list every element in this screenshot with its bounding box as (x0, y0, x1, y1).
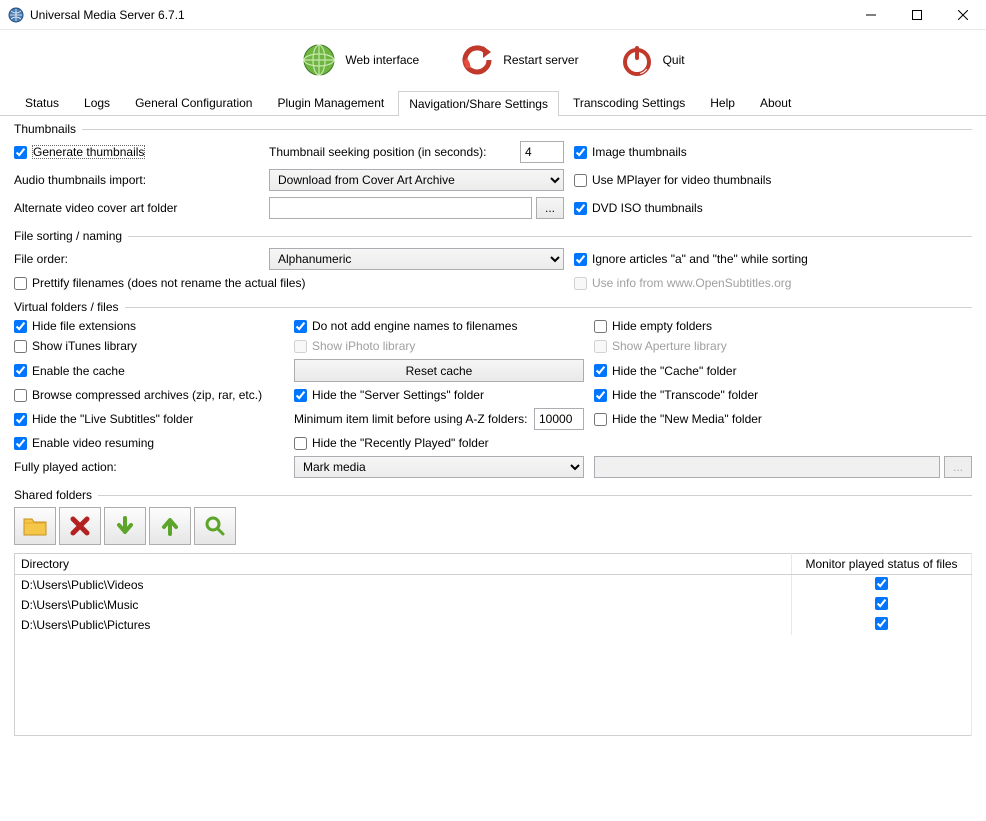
column-directory[interactable]: Directory (15, 554, 792, 575)
quit-label: Quit (663, 53, 685, 67)
itunes-checkbox[interactable]: Show iTunes library (14, 339, 284, 353)
web-interface-button[interactable]: Web interface (301, 42, 419, 78)
hide-transcode-checkbox[interactable]: Hide the "Transcode" folder (594, 388, 972, 402)
monitor-checkbox[interactable] (875, 597, 888, 610)
directory-cell: D:\Users\Public\Music (15, 595, 792, 615)
arrow-up-icon (159, 515, 181, 537)
group-sorting: File sorting / naming (14, 229, 972, 244)
maximize-button[interactable] (894, 0, 940, 30)
min-item-label: Minimum item limit before using A-Z fold… (294, 412, 528, 426)
tab-transcoding[interactable]: Transcoding Settings (562, 90, 696, 115)
fully-played-label: Fully played action: (14, 460, 284, 474)
window-title: Universal Media Server 6.7.1 (30, 8, 848, 22)
browse-archives-checkbox[interactable]: Browse compressed archives (zip, rar, et… (14, 388, 284, 402)
group-virtual: Virtual folders / files (14, 300, 972, 315)
table-row[interactable]: D:\Users\Public\Music (15, 595, 972, 615)
file-order-label: File order: (14, 252, 259, 266)
x-icon (69, 515, 91, 537)
fully-played-select[interactable]: Mark media (294, 456, 584, 478)
hide-empty-checkbox[interactable]: Hide empty folders (594, 319, 972, 333)
tab-plugin[interactable]: Plugin Management (266, 90, 395, 115)
thumbnail-seek-label: Thumbnail seeking position (in seconds): (269, 145, 514, 159)
tab-bar: Status Logs General Configuration Plugin… (0, 90, 986, 116)
monitor-cell (792, 595, 972, 615)
alt-cover-input[interactable] (269, 197, 532, 219)
hide-cache-checkbox[interactable]: Hide the "Cache" folder (594, 364, 972, 378)
prettify-checkbox[interactable]: Prettify filenames (does not rename the … (14, 276, 564, 290)
search-icon (204, 515, 226, 537)
app-icon (8, 7, 24, 23)
alt-cover-browse-button[interactable]: ... (536, 197, 564, 219)
shared-folder-toolbar (14, 503, 972, 553)
image-thumbnails-checkbox[interactable]: Image thumbnails (574, 145, 972, 159)
move-down-button[interactable] (104, 507, 146, 545)
hide-live-subs-checkbox[interactable]: Hide the "Live Subtitles" folder (14, 412, 284, 426)
power-icon (619, 42, 655, 78)
tab-navigation[interactable]: Navigation/Share Settings (398, 91, 559, 116)
monitor-checkbox[interactable] (875, 577, 888, 590)
directory-cell: D:\Users\Public\Pictures (15, 615, 792, 635)
audio-import-label: Audio thumbnails import: (14, 173, 259, 187)
opensubtitles-checkbox: Use info from www.OpenSubtitles.org (574, 276, 972, 290)
quit-button[interactable]: Quit (619, 42, 685, 78)
close-button[interactable] (940, 0, 986, 30)
alt-cover-label: Alternate video cover art folder (14, 201, 259, 215)
move-up-button[interactable] (149, 507, 191, 545)
folder-icon (22, 515, 48, 537)
enable-cache-checkbox[interactable]: Enable the cache (14, 364, 284, 378)
fully-played-path-input (594, 456, 940, 478)
add-folder-button[interactable] (14, 507, 56, 545)
no-engine-names-checkbox[interactable]: Do not add engine names to filenames (294, 319, 584, 333)
main-toolbar: Web interface Restart server Quit (0, 30, 986, 90)
generate-thumbnails-checkbox[interactable]: Generate thumbnails (14, 145, 259, 159)
min-item-input[interactable] (534, 408, 584, 430)
restart-server-label: Restart server (503, 53, 578, 67)
monitor-checkbox[interactable] (875, 617, 888, 630)
reset-cache-button[interactable]: Reset cache (294, 359, 584, 382)
group-thumbnails: Thumbnails (14, 122, 972, 137)
hide-extensions-checkbox[interactable]: Hide file extensions (14, 319, 284, 333)
tab-about[interactable]: About (749, 90, 802, 115)
iphoto-checkbox: Show iPhoto library (294, 339, 584, 353)
group-shared: Shared folders (14, 488, 972, 503)
web-interface-label: Web interface (345, 53, 419, 67)
minimize-button[interactable] (848, 0, 894, 30)
mplayer-checkbox[interactable]: Use MPlayer for video thumbnails (574, 173, 972, 187)
table-row[interactable]: D:\Users\Public\Pictures (15, 615, 972, 635)
tab-content: Thumbnails Generate thumbnails Thumbnail… (0, 116, 986, 750)
hide-server-settings-checkbox[interactable]: Hide the "Server Settings" folder (294, 388, 584, 402)
titlebar: Universal Media Server 6.7.1 (0, 0, 986, 30)
audio-import-select[interactable]: Download from Cover Art Archive (269, 169, 564, 191)
file-order-select[interactable]: Alphanumeric (269, 248, 564, 270)
tab-status[interactable]: Status (14, 90, 70, 115)
dvd-iso-checkbox[interactable]: DVD ISO thumbnails (574, 201, 972, 215)
monitor-cell (792, 615, 972, 635)
column-monitor[interactable]: Monitor played status of files (792, 554, 972, 575)
scan-button[interactable] (194, 507, 236, 545)
globe-icon (301, 42, 337, 78)
hide-new-media-checkbox[interactable]: Hide the "New Media" folder (594, 412, 972, 426)
tab-help[interactable]: Help (699, 90, 746, 115)
arrow-down-icon (114, 515, 136, 537)
restart-icon (459, 42, 495, 78)
table-row[interactable]: D:\Users\Public\Videos (15, 575, 972, 596)
monitor-cell (792, 575, 972, 596)
directory-cell: D:\Users\Public\Videos (15, 575, 792, 596)
aperture-checkbox: Show Aperture library (594, 339, 972, 353)
restart-server-button[interactable]: Restart server (459, 42, 578, 78)
hide-recently-played-checkbox[interactable]: Hide the "Recently Played" folder (294, 436, 584, 450)
remove-folder-button[interactable] (59, 507, 101, 545)
enable-resume-checkbox[interactable]: Enable video resuming (14, 436, 284, 450)
tab-general[interactable]: General Configuration (124, 90, 263, 115)
tab-logs[interactable]: Logs (73, 90, 121, 115)
thumbnail-seek-input[interactable] (520, 141, 564, 163)
shared-folders-table: Directory Monitor played status of files… (14, 553, 972, 736)
ignore-articles-checkbox[interactable]: Ignore articles "a" and "the" while sort… (574, 252, 972, 266)
fully-played-browse-button: ... (944, 456, 972, 478)
